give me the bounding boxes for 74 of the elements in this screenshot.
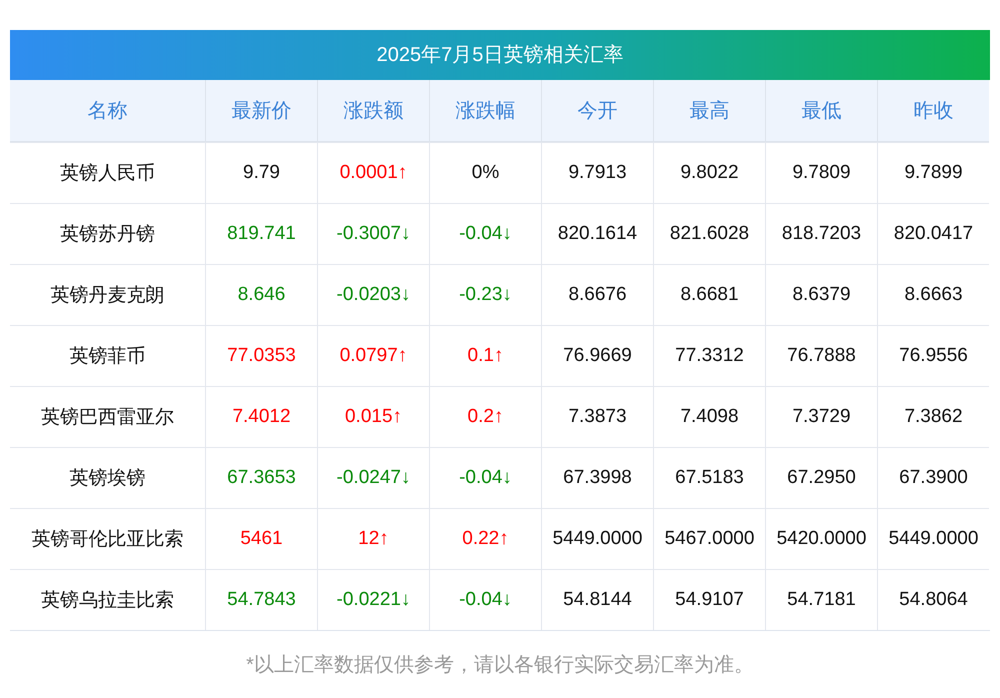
table-cell: 0.015↑ (317, 386, 429, 447)
table-cell: 76.9556 (877, 325, 989, 386)
table-cell: 54.8144 (541, 569, 653, 630)
table-cell: 英镑苏丹镑 (10, 203, 205, 264)
table-cell: 77.0353 (205, 325, 317, 386)
column-header: 最新价 (205, 80, 317, 142)
table-cell: 76.9669 (541, 325, 653, 386)
column-header: 名称 (10, 80, 205, 142)
table-cell: 0% (429, 142, 541, 203)
table-cell: 0.22↑ (429, 508, 541, 569)
column-header: 今开 (541, 80, 653, 142)
table-cell: 67.5183 (653, 447, 765, 508)
table-cell: 9.8022 (653, 142, 765, 203)
table-cell: 8.6676 (541, 264, 653, 325)
table-cell: 820.0417 (877, 203, 989, 264)
table-cell: 54.8064 (877, 569, 989, 630)
table-cell: -0.04↓ (429, 203, 541, 264)
column-header: 最高 (653, 80, 765, 142)
table-cell: 54.9107 (653, 569, 765, 630)
table-cell: -0.0221↓ (317, 569, 429, 630)
table-cell: 英镑人民币 (10, 142, 205, 203)
table-cell: 77.3312 (653, 325, 765, 386)
table-cell: 英镑菲币 (10, 325, 205, 386)
table-cell: 8.6681 (653, 264, 765, 325)
table-cell: 英镑乌拉圭比索 (10, 569, 205, 630)
column-header: 昨收 (877, 80, 989, 142)
table-cell: 7.3862 (877, 386, 989, 447)
table-cell: 8.646 (205, 264, 317, 325)
table-cell: 英镑巴西雷亚尔 (10, 386, 205, 447)
table-cell: 英镑丹麦克朗 (10, 264, 205, 325)
table-cell: 7.3729 (765, 386, 877, 447)
table-title: 2025年7月5日英镑相关汇率 (10, 30, 990, 80)
table-cell: 9.7809 (765, 142, 877, 203)
table-cell: -0.23↓ (429, 264, 541, 325)
table-cell: 819.741 (205, 203, 317, 264)
table-cell: 5449.0000 (877, 508, 989, 569)
column-header: 最低 (765, 80, 877, 142)
table-cell: 54.7181 (765, 569, 877, 630)
table-cell: 818.7203 (765, 203, 877, 264)
table-cell: 8.6379 (765, 264, 877, 325)
table-cell: 76.7888 (765, 325, 877, 386)
table-cell: 67.3900 (877, 447, 989, 508)
table-cell: 54.7843 (205, 569, 317, 630)
table-cell: 7.4098 (653, 386, 765, 447)
column-header: 涨跌幅 (429, 80, 541, 142)
table-cell: 英镑哥伦比亚比索 (10, 508, 205, 569)
table-cell: -0.3007↓ (317, 203, 429, 264)
table-cell: -0.0203↓ (317, 264, 429, 325)
table-cell: 5461 (205, 508, 317, 569)
footnote: *以上汇率数据仅供参考，请以各银行实际交易汇率为准。 (245, 653, 755, 678)
table-cell: 8.6663 (877, 264, 989, 325)
table-cell: -0.04↓ (429, 569, 541, 630)
table-cell: 67.3998 (541, 447, 653, 508)
table-cell: 9.7899 (877, 142, 989, 203)
table-cell: 821.6028 (653, 203, 765, 264)
table-cell: 9.79 (205, 142, 317, 203)
table-cell: 67.2950 (765, 447, 877, 508)
table-cell: 0.0001↑ (317, 142, 429, 203)
table-cell: 0.2↑ (429, 386, 541, 447)
table-cell: -0.0247↓ (317, 447, 429, 508)
table-cell: -0.04↓ (429, 447, 541, 508)
table-cell: 67.3653 (205, 447, 317, 508)
table-cell: 5467.0000 (653, 508, 765, 569)
table-cell: 0.1↑ (429, 325, 541, 386)
table-cell: 820.1614 (541, 203, 653, 264)
table-cell: 5449.0000 (541, 508, 653, 569)
table-cell: 0.0797↑ (317, 325, 429, 386)
column-header: 涨跌额 (317, 80, 429, 142)
table-cell: 5420.0000 (765, 508, 877, 569)
table-cell: 7.3873 (541, 386, 653, 447)
table-cell: 9.7913 (541, 142, 653, 203)
table-cell: 英镑埃镑 (10, 447, 205, 508)
table-cell: 12↑ (317, 508, 429, 569)
table-cell: 7.4012 (205, 386, 317, 447)
